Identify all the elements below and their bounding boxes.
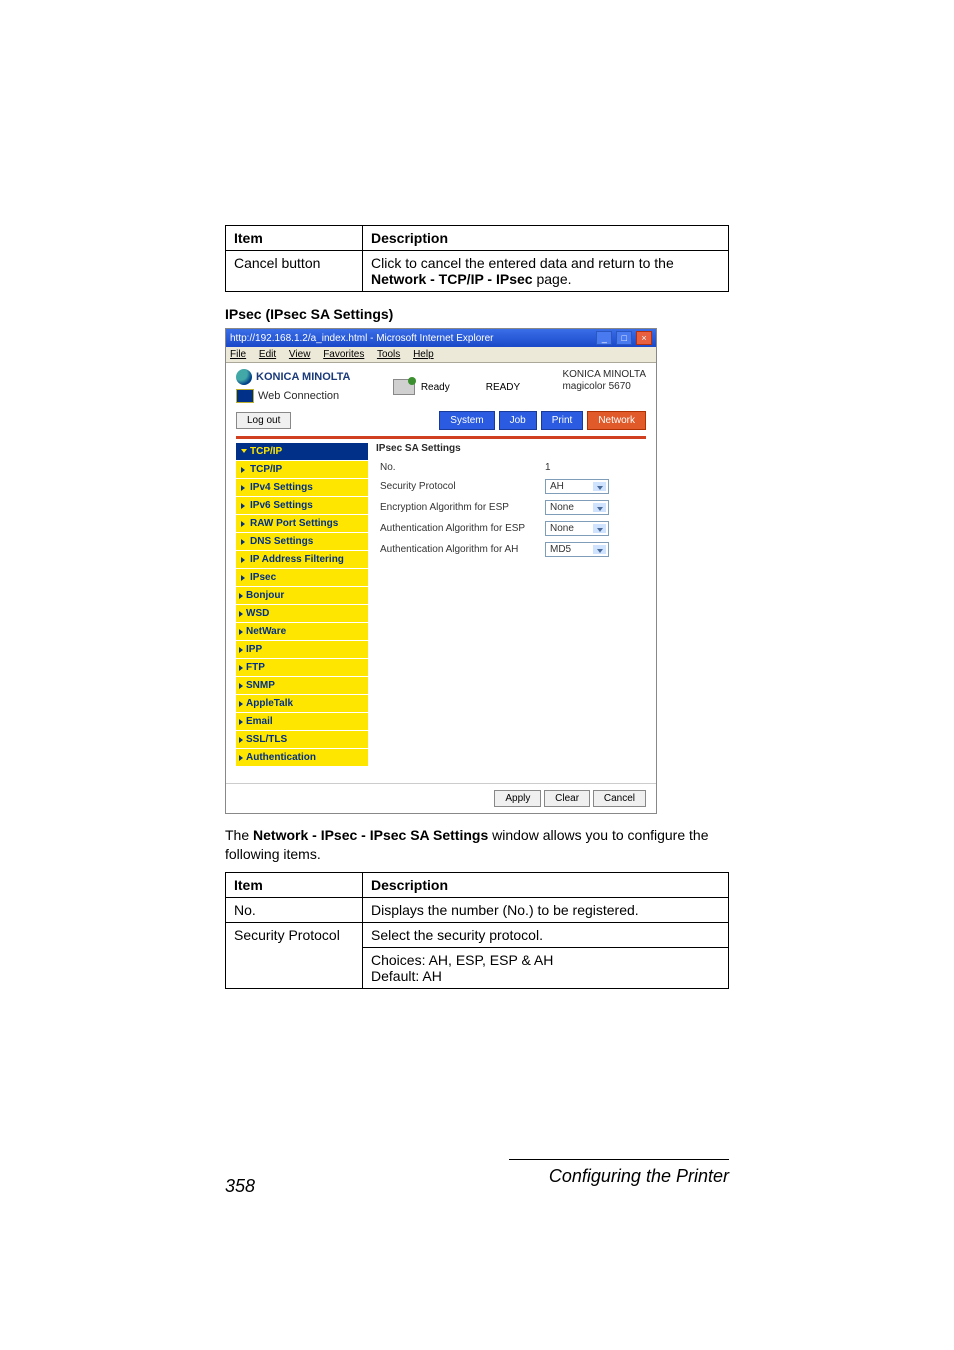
ready-status: READY [486,382,520,393]
cell-item: Security Protocol [226,922,363,988]
sidebar-item-ssl-tls[interactable]: SSL/TLS [236,731,368,749]
th-desc: Description [363,872,729,897]
tab-network[interactable]: Network [587,411,646,430]
sidebar-item-ftp[interactable]: FTP [236,659,368,677]
tab-job[interactable]: Job [499,411,537,430]
globe-icon [236,369,252,385]
device-name: KONICA MINOLTA magicolor 5670 [562,369,646,403]
browser-menubar: File Edit View Favorites Tools Help [226,347,656,363]
cell-desc: Click to cancel the entered data and ret… [363,251,729,292]
menu-edit[interactable]: Edit [259,349,276,360]
maximize-icon[interactable]: □ [616,331,632,345]
cell-desc: Choices: AH, ESP, ESP & AH Default: AH [363,947,729,988]
table-row: Security Protocol Select the security pr… [226,922,729,947]
footer-section-title: Configuring the Printer [509,1166,729,1187]
tab-bar: System Job Print Network [439,411,646,430]
sidebar-item-ip-address-filtering[interactable]: IP Address Filtering [236,551,368,569]
sidebar-item-snmp[interactable]: SNMP [236,677,368,695]
logout-button[interactable]: Log out [236,412,291,429]
sidebar-item-tcp-ip[interactable]: TCP/IP [236,443,368,461]
page-number: 358 [225,1176,255,1197]
main-panel: IPsec SA Settings No.1Security ProtocolA… [376,443,646,773]
minimize-icon[interactable]: _ [596,331,612,345]
clear-button[interactable]: Clear [544,790,590,807]
menu-favorites[interactable]: Favorites [323,349,364,360]
panel-footer: Apply Clear Cancel [226,783,656,813]
window-controls: _ □ × [595,331,652,345]
section-heading-ipsec-sa: IPsec (IPsec SA Settings) [225,306,729,322]
close-icon[interactable]: × [636,331,652,345]
sidebar-nav: TCP/IPTCP/IPIPv4 SettingsIPv6 SettingsRA… [236,443,368,773]
th-item: Item [226,872,363,897]
pagescope-icon [236,389,254,403]
apply-button[interactable]: Apply [494,790,541,807]
sidebar-item-ipv6-settings[interactable]: IPv6 Settings [236,497,368,515]
window-title: http://192.168.1.2/a_index.html - Micros… [230,333,493,344]
table-row: Cancel button Click to cancel the entere… [226,251,729,292]
select-encryption-algorithm-for-esp[interactable]: None [545,500,609,515]
th-item: Item [226,226,363,251]
field-label: Authentication Algorithm for ESP [376,523,545,534]
app-header: KONICA MINOLTA Web Connection Ready READ… [226,363,656,407]
sidebar-item-raw-port-settings[interactable]: RAW Port Settings [236,515,368,533]
field-row: Encryption Algorithm for ESPNone [376,500,646,515]
sidebar-item-netware[interactable]: NetWare [236,623,368,641]
sidebar-item-ipv4-settings[interactable]: IPv4 Settings [236,479,368,497]
cancel-button[interactable]: Cancel [593,790,646,807]
field-row: No.1 [376,462,646,473]
connection-label: Web Connection [258,390,339,402]
sidebar-item-ipp[interactable]: IPP [236,641,368,659]
sidebar-item-authentication[interactable]: Authentication [236,749,368,767]
menu-tools[interactable]: Tools [377,349,400,360]
select-authentication-algorithm-for-ah[interactable]: MD5 [545,542,609,557]
sidebar-item-email[interactable]: Email [236,713,368,731]
panel-heading: IPsec SA Settings [376,443,646,454]
sidebar-item-tcp-ip[interactable]: TCP/IP [236,461,368,479]
cell-desc: Select the security protocol. [363,922,729,947]
field-row: Authentication Algorithm for AHMD5 [376,542,646,557]
brand-name: KONICA MINOLTA [256,371,351,383]
printer-status-icon [393,379,415,395]
field-value: 1 [545,462,551,473]
cell-item: Cancel button [226,251,363,292]
description-table-1: Item Description Cancel button Click to … [225,225,729,292]
field-label: Authentication Algorithm for AH [376,544,545,555]
window-titlebar: http://192.168.1.2/a_index.html - Micros… [226,329,656,347]
page-footer: 358 Configuring the Printer [0,1159,954,1237]
menu-file[interactable]: File [230,349,246,360]
menu-view[interactable]: View [289,349,311,360]
sidebar-item-wsd[interactable]: WSD [236,605,368,623]
field-label: Encryption Algorithm for ESP [376,502,545,513]
sidebar-item-appletalk[interactable]: AppleTalk [236,695,368,713]
select-security-protocol[interactable]: AH [545,479,609,494]
cell-desc: Displays the number (No.) to be register… [363,897,729,922]
sidebar-item-ipsec[interactable]: IPsec [236,569,368,587]
field-label: No. [376,462,545,473]
table-row: No. Displays the number (No.) to be regi… [226,897,729,922]
select-authentication-algorithm-for-esp[interactable]: None [545,521,609,536]
th-desc: Description [363,226,729,251]
sidebar-item-bonjour[interactable]: Bonjour [236,587,368,605]
field-row: Security ProtocolAH [376,479,646,494]
field-label: Security Protocol [376,481,545,492]
ready-label: Ready [421,382,450,393]
sidebar-item-dns-settings[interactable]: DNS Settings [236,533,368,551]
tab-system[interactable]: System [439,411,494,430]
field-row: Authentication Algorithm for ESPNone [376,521,646,536]
body-text: The Network - IPsec - IPsec SA Settings … [225,826,729,864]
embedded-screenshot: http://192.168.1.2/a_index.html - Micros… [225,328,657,814]
cell-item: No. [226,897,363,922]
menu-help[interactable]: Help [413,349,434,360]
tab-print[interactable]: Print [541,411,584,430]
description-table-2: Item Description No. Displays the number… [225,872,729,989]
